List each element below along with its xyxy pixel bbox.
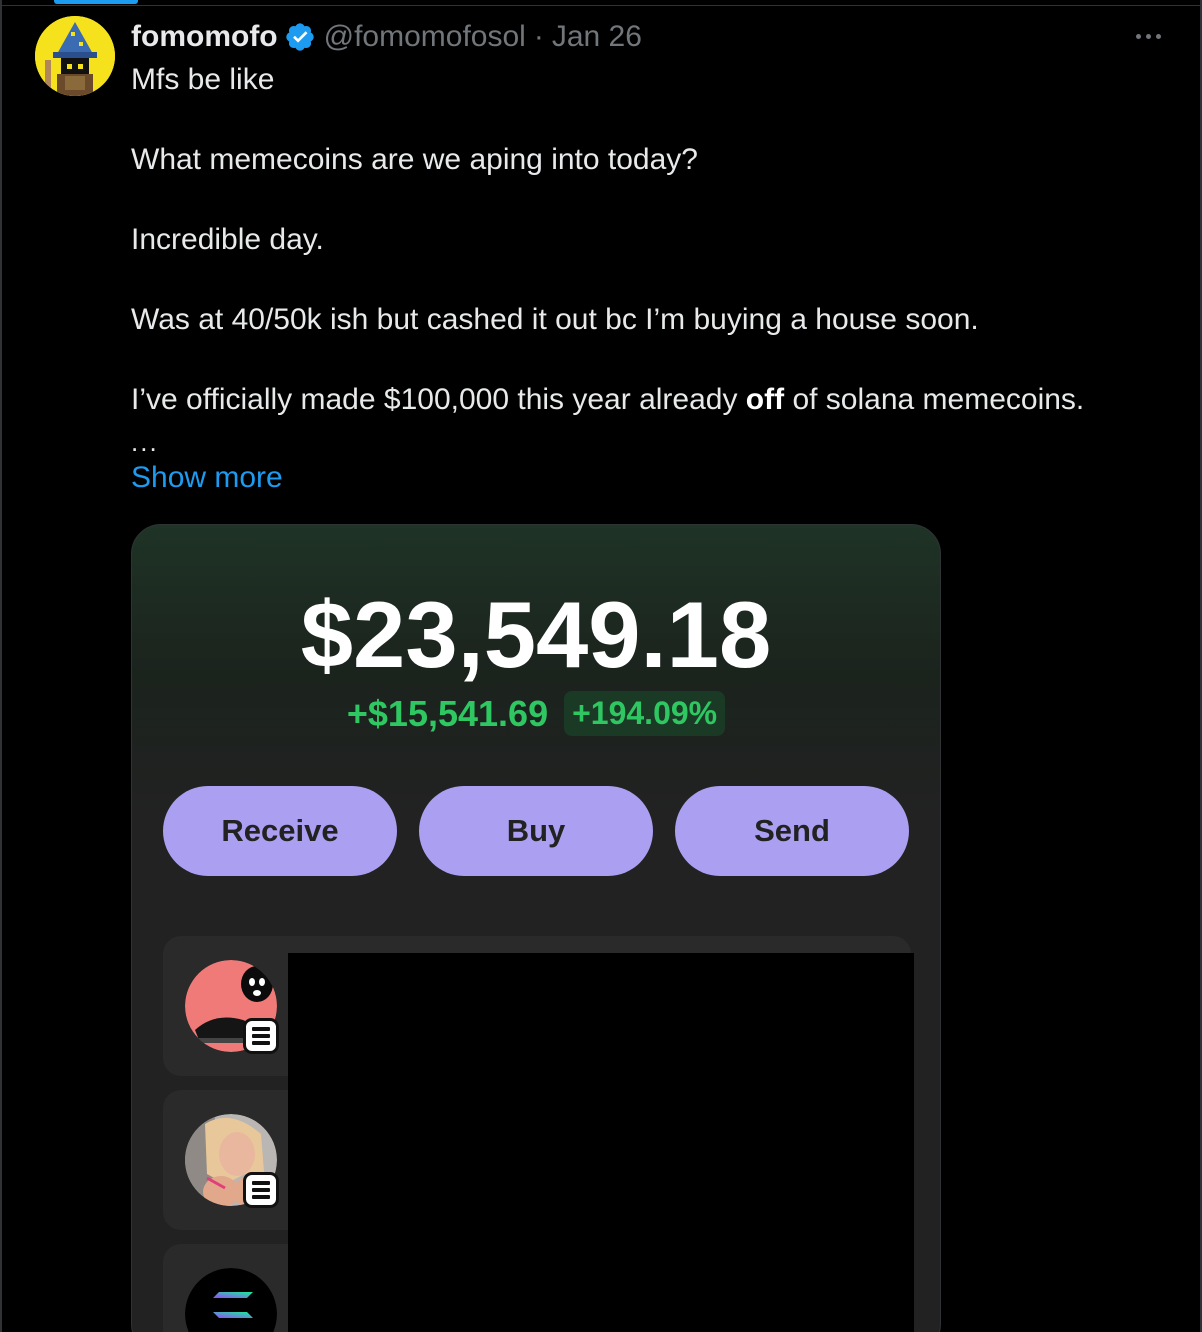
tweet-text-bold: off xyxy=(745,383,785,416)
tweet-header: fomomofo @fomomofosol · Jan 26 xyxy=(131,18,642,56)
tweet-text-segment: I’ve officially made $100,000 this year … xyxy=(131,383,746,416)
author-avatar[interactable] xyxy=(35,16,115,96)
author-display-name[interactable]: fomomofo xyxy=(131,20,278,54)
author-handle[interactable]: @fomomofosol xyxy=(324,20,526,54)
tweet-text-line: Mfs be like xyxy=(131,63,275,96)
tweet-text-segment: of solana memecoins. xyxy=(784,383,1085,416)
tweet-text-line: I’ve officially made $100,000 this year … xyxy=(131,382,1084,418)
tweet-media-image[interactable]: $23,549.18 +$15,541.69 +194.09% Receive … xyxy=(131,524,941,1332)
solana-badge-icon xyxy=(243,1018,279,1054)
show-more-link[interactable]: Show more xyxy=(131,461,283,495)
top-divider xyxy=(0,0,1202,6)
balance-change-row: +$15,541.69 +194.09% xyxy=(132,691,940,736)
send-button: Send xyxy=(675,786,909,876)
tweet-text-line: Was at 40/50k ish but cashed it out bc I… xyxy=(131,303,979,336)
active-tab-indicator xyxy=(54,0,138,4)
solana-badge-icon xyxy=(243,1172,279,1208)
tweet-text-line: What memecoins are we aping into today? xyxy=(131,143,698,176)
pixel-wizard-avatar-icon xyxy=(35,16,115,96)
header-separator: · xyxy=(533,20,544,53)
verified-badge-icon[interactable] xyxy=(284,21,316,53)
balance-change-usd: +$15,541.69 xyxy=(346,692,549,734)
receive-button: Receive xyxy=(163,786,397,876)
timeline-left-border xyxy=(0,0,2,1332)
solana-logo-icon xyxy=(185,1268,277,1332)
wallet-balance: $23,549.18 xyxy=(300,582,772,687)
redaction-box xyxy=(288,953,914,1332)
more-options-icon[interactable] xyxy=(1126,22,1170,50)
buy-button: Buy xyxy=(419,786,653,876)
tweet-date[interactable]: Jan 26 xyxy=(552,20,642,54)
tweet-text-ellipsis: ... xyxy=(131,427,159,457)
tweet-text-line: Incredible day. xyxy=(131,223,324,256)
balance-change-percent: +194.09% xyxy=(564,691,726,736)
